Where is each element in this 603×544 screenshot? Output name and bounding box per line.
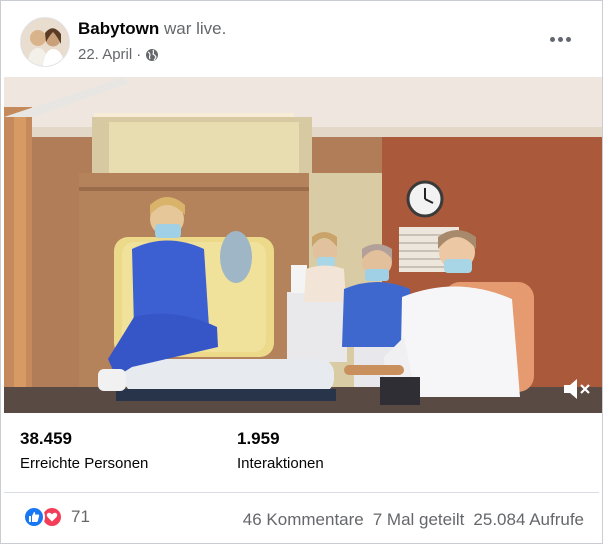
globe-icon[interactable] bbox=[145, 48, 159, 62]
speaker-muted-icon[interactable] bbox=[562, 377, 592, 401]
interactions-value: 1.959 bbox=[237, 429, 280, 448]
post-meta: 22. April · bbox=[78, 46, 159, 63]
reactions-count: 71 bbox=[71, 507, 90, 526]
reached-stat[interactable]: 38.459 Erreichte Personen bbox=[20, 429, 148, 472]
comments-link[interactable]: 46 Kommentare bbox=[243, 510, 364, 530]
reached-label: Erreichte Personen bbox=[20, 455, 149, 472]
shares-link[interactable]: 7 Mal geteilt bbox=[373, 510, 465, 530]
interactions-stat[interactable]: 1.959 Interaktionen bbox=[237, 429, 324, 472]
engagement-links: 46 Kommentare 7 Mal geteilt 25.084 Aufru… bbox=[243, 510, 584, 530]
views-count[interactable]: 25.084 Aufrufe bbox=[473, 510, 584, 530]
status-text: war live. bbox=[163, 19, 227, 38]
reached-value: 38.459 bbox=[20, 429, 72, 448]
like-icon bbox=[23, 506, 45, 528]
post-title-line: Babytown war live. bbox=[78, 19, 226, 39]
divider bbox=[4, 492, 599, 493]
reactions-summary[interactable]: 71 bbox=[23, 506, 90, 528]
page-name-link[interactable]: Babytown bbox=[78, 19, 159, 38]
interactions-label: Interaktionen bbox=[237, 455, 324, 472]
live-video[interactable] bbox=[4, 77, 602, 413]
post-date[interactable]: 22. April bbox=[78, 46, 132, 63]
post-card: Babytown war live. 22. April · 38.459 Er… bbox=[0, 0, 603, 544]
page-avatar[interactable] bbox=[20, 17, 70, 67]
more-options-icon[interactable] bbox=[545, 25, 575, 53]
